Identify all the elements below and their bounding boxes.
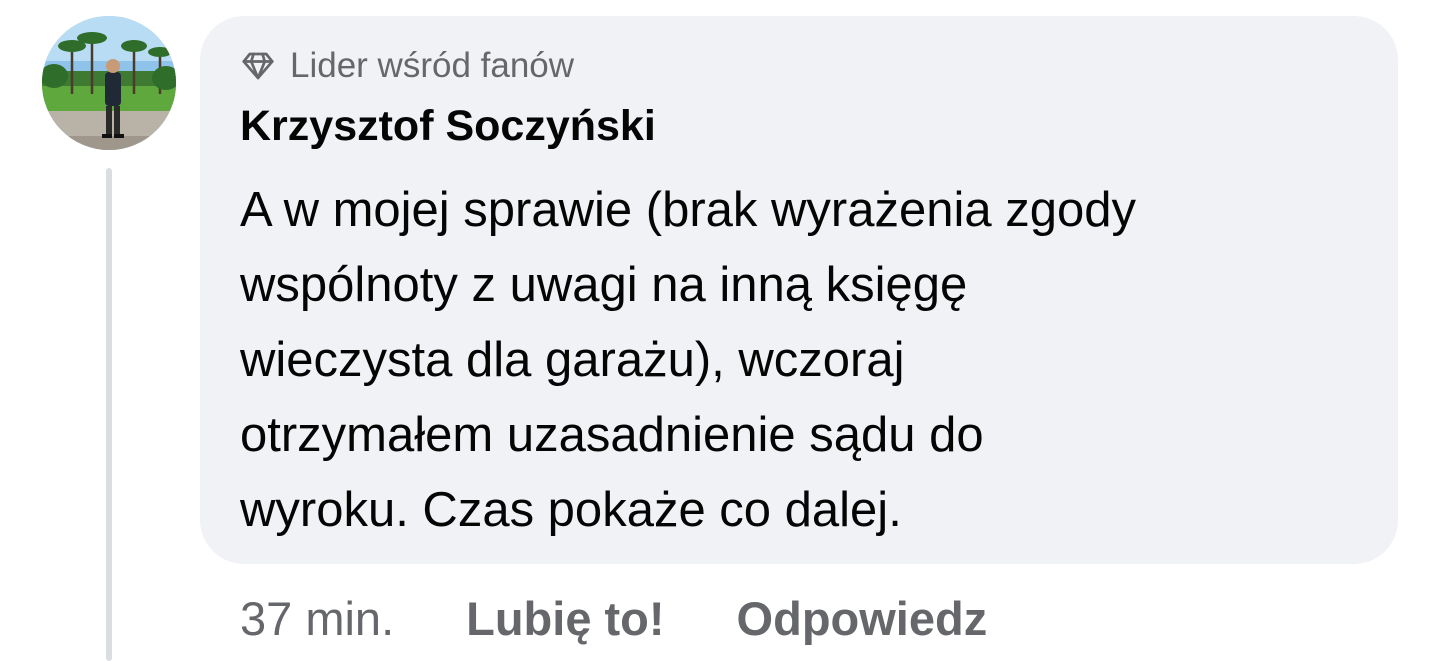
comment-text-line: wspólnoty z uwagi na inną księgę [240,258,968,312]
user-avatar-photo-icon [42,16,176,150]
comment-text-line: otrzymałem uzasadnienie sądu do [240,408,984,462]
avatar[interactable] [42,16,176,150]
comment-text: A w mojej sprawie (brak wyrażenia zgody … [240,173,1370,548]
badge-label: Lider wśród fanów [290,46,575,85]
comment-text-line: wyroku. Czas pokaże co dalej. [240,483,902,537]
comment-text-line: A w mojej sprawie (brak wyrażenia zgody [240,183,1136,237]
reply-thread-line [106,168,112,661]
comment-bubble: Lider wśród fanów Krzysztof Soczyński A … [200,16,1398,564]
diamond-icon [240,48,276,84]
comment-text-line: wieczysta dla garażu), wczoraj [240,333,905,387]
comment-timestamp[interactable]: 37 min. [240,591,394,646]
comment-actions: 37 min. Lubię to! Odpowiedz [240,590,1059,646]
like-button[interactable]: Lubię to! [466,591,664,646]
comment-author[interactable]: Krzysztof Soczyński [240,102,656,151]
reply-button[interactable]: Odpowiedz [737,591,988,646]
fan-badge: Lider wśród fanów [240,46,574,86]
